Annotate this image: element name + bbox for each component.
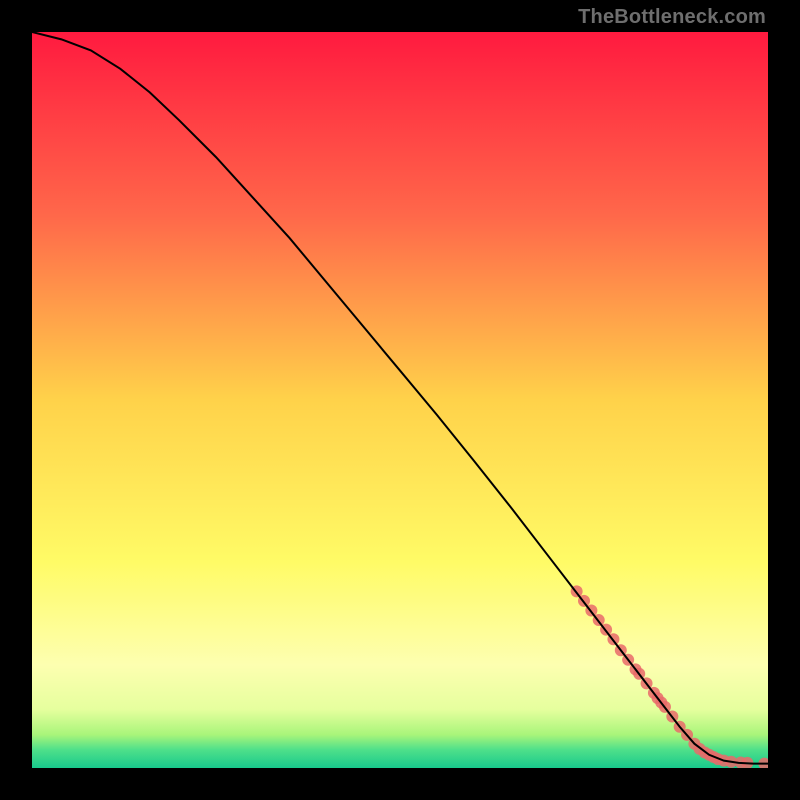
- plot-svg: [32, 32, 768, 768]
- plot-area: [32, 32, 768, 768]
- watermark-text: TheBottleneck.com: [578, 6, 766, 29]
- gradient-rect: [32, 32, 768, 768]
- chart-frame: TheBottleneck.com: [0, 0, 800, 800]
